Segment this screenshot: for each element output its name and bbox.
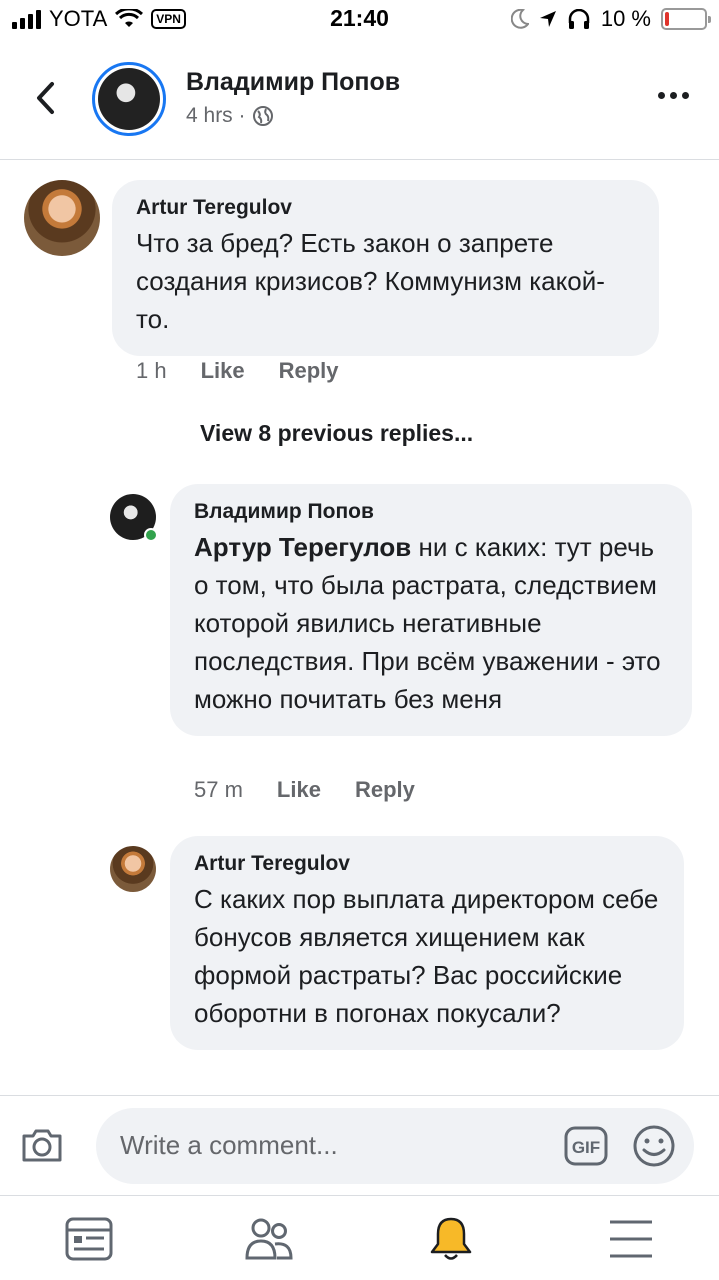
comment-composer: Write a comment... GIF [0, 1095, 719, 1195]
header-author-name[interactable]: Владимир Попов [186, 68, 400, 97]
gif-label: GIF [572, 1138, 600, 1157]
battery-fill [665, 12, 669, 26]
comment-author[interactable]: Artur Teregulov [136, 196, 635, 220]
comment-input[interactable]: Write a comment... GIF [96, 1108, 694, 1184]
comment-time: 1 h [136, 358, 167, 383]
reply-button[interactable]: Reply [355, 777, 415, 803]
avatar[interactable] [110, 494, 158, 542]
comment-bubble: Владимир Попов Артур Терегулов ни с каки… [170, 484, 692, 736]
battery-icon [661, 8, 711, 30]
like-button[interactable]: Like [201, 358, 245, 384]
comment-time: 57 m [194, 777, 243, 802]
status-right: 10 % [510, 6, 711, 32]
reply-button[interactable]: Reply [279, 358, 339, 384]
globe-icon [252, 106, 273, 126]
location-arrow-icon [539, 11, 556, 27]
comment-author[interactable]: Владимир Попов [194, 500, 668, 524]
comment-text: Артур Терегулов ни с каких: тут речь о т… [194, 528, 668, 718]
friends-icon[interactable] [244, 1216, 294, 1262]
battery-label: 10 % [600, 6, 651, 31]
avatar-image [98, 68, 160, 130]
moon-icon [510, 9, 529, 29]
mention-link[interactable]: Артур Терегулов [194, 532, 411, 562]
more-icon[interactable] [658, 92, 689, 99]
comment-actions: 1 h Like Reply [136, 358, 339, 384]
comment-bubble: Artur Teregulov Что за бред? Есть закон … [112, 180, 659, 356]
back-chevron-icon[interactable] [30, 78, 64, 118]
header-avatar[interactable] [92, 62, 166, 136]
comment-text: Что за бред? Есть закон о запрете создан… [136, 228, 605, 334]
comment-input-placeholder: Write a comment... [120, 1130, 338, 1160]
avatar[interactable] [110, 846, 156, 892]
view-previous-replies-link[interactable]: View 8 previous replies... [200, 420, 473, 447]
header-meta: 4 hrs · [186, 104, 274, 128]
post-header: Владимир Попов 4 hrs · [0, 40, 719, 160]
camera-icon[interactable] [20, 1126, 64, 1164]
comment-text: С каких пор выплата директором себе бону… [194, 884, 659, 1028]
post-time: 4 hrs · [186, 104, 246, 127]
online-indicator [144, 528, 158, 542]
news-feed-icon[interactable] [64, 1216, 114, 1262]
bottom-tab-bar [0, 1195, 719, 1280]
gif-icon[interactable]: GIF [564, 1126, 608, 1166]
menu-icon[interactable] [606, 1216, 656, 1262]
comment-actions: 57 m Like Reply [194, 777, 415, 803]
like-button[interactable]: Like [277, 777, 321, 803]
emoji-icon[interactable] [632, 1124, 676, 1168]
avatar[interactable] [24, 180, 100, 256]
headphones-icon [568, 9, 590, 29]
notifications-bell-icon[interactable] [426, 1216, 476, 1262]
status-bar: YOTA VPN 21:40 10 % [0, 0, 719, 40]
comment-bubble: Artur Teregulov С каких пор выплата дире… [170, 836, 684, 1050]
comment-author[interactable]: Artur Teregulov [194, 852, 660, 876]
